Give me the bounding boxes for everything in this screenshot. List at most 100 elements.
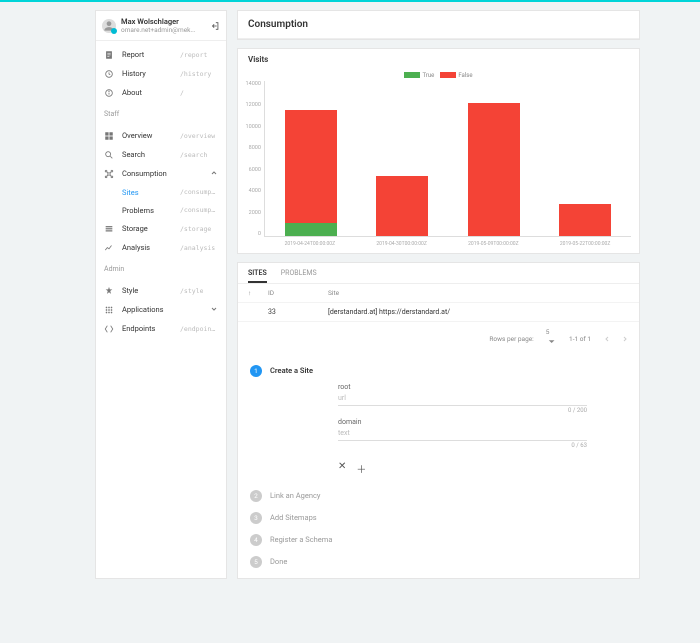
storage-icon <box>104 224 114 234</box>
sidebar-item-path: /storage <box>180 225 211 233</box>
pagination: Rows per page: 5 1-1 of 1 <box>238 321 639 355</box>
sidebar-item-report[interactable]: Report /report <box>96 45 226 64</box>
chart-plot: 14000120001000080006000400020000 <box>238 81 639 241</box>
tab-sites[interactable]: SITES <box>248 269 267 283</box>
legend-true: True <box>404 72 434 79</box>
chart-legend: True False <box>238 70 639 81</box>
chevron-up-icon <box>210 169 218 179</box>
sidebar-item-label: Style <box>122 286 172 295</box>
sidebar: Max Wolschlager omare.net+admin@mek... R… <box>95 10 227 579</box>
sidebar-item-storage[interactable]: Storage /storage <box>96 219 226 238</box>
sidebar-item-label: Endpoints <box>122 324 172 333</box>
logout-icon[interactable] <box>210 21 220 31</box>
nav-header-staff: Staff <box>96 106 226 122</box>
main-content: Consumption Visits True False 1400012000… <box>237 10 640 579</box>
step-title: Register a Schema <box>270 534 332 544</box>
sidebar-item-overview[interactable]: Overview /overview <box>96 126 226 145</box>
overview-icon <box>104 131 114 141</box>
col-site[interactable]: Site <box>328 289 339 297</box>
page-range: 1-1 of 1 <box>569 335 591 343</box>
cell-site: [derstandard.at] https://derstandard.at/ <box>328 308 450 316</box>
cell-id: 33 <box>268 308 318 316</box>
style-icon <box>104 286 114 296</box>
char-count: 0 / 63 <box>571 442 587 449</box>
step-badge: 2 <box>250 490 262 502</box>
chart-yaxis: 14000120001000080006000400020000 <box>242 81 264 237</box>
sidebar-item-search[interactable]: Search /search <box>96 145 226 164</box>
char-count: 0 / 200 <box>568 407 587 414</box>
step-title: Done <box>270 556 287 566</box>
step-5[interactable]: 5 Done <box>250 556 627 568</box>
sidebar-item-path: /search <box>180 151 207 159</box>
sidebar-item-analysis[interactable]: Analysis /analysis <box>96 238 226 257</box>
domain-input[interactable] <box>338 426 587 441</box>
close-icon[interactable]: ✕ <box>338 461 346 476</box>
sidebar-item-label: Sites <box>122 188 172 197</box>
root-input[interactable] <box>338 391 587 406</box>
report-icon <box>104 50 114 60</box>
step-3[interactable]: 3 Add Sitemaps <box>250 512 627 524</box>
step-badge: 5 <box>250 556 262 568</box>
sidebar-item-path: /endpoints <box>180 325 218 333</box>
table-row[interactable]: 33 [derstandard.at] https://derstandard.… <box>238 302 639 321</box>
next-page-icon[interactable] <box>621 334 629 344</box>
page-title: Consumption <box>238 11 639 39</box>
sidebar-item-label: Report <box>122 50 172 59</box>
sidebar-item-label: Storage <box>122 224 172 233</box>
endpoints-icon <box>104 324 114 334</box>
prev-page-icon[interactable] <box>603 334 611 344</box>
sidebar-item-path: /overview <box>180 132 215 140</box>
page-title-card: Consumption <box>237 10 640 40</box>
field-label: domain <box>338 418 587 426</box>
legend-false: False <box>440 72 472 79</box>
sidebar-item-path: /style <box>180 287 203 295</box>
nav-header-admin: Admin <box>96 261 226 277</box>
avatar <box>102 19 116 33</box>
step-4[interactable]: 4 Register a Schema <box>250 534 627 546</box>
sidebar-item-style[interactable]: Style /style <box>96 281 226 300</box>
applications-icon <box>104 305 114 315</box>
search-icon <box>104 150 114 160</box>
sidebar-item-label: Consumption <box>122 169 172 178</box>
sidebar-item-applications[interactable]: Applications <box>96 300 226 319</box>
sidebar-item-path: /history <box>180 70 211 78</box>
sidebar-item-sites[interactable]: Sites /consumption... <box>122 183 226 201</box>
step-2[interactable]: 2 Link an Agency <box>250 490 627 502</box>
sidebar-item-label: Overview <box>122 131 172 140</box>
history-icon <box>104 69 114 79</box>
sidebar-item-path: /consumption... <box>180 188 218 196</box>
sidebar-item-path: /analysis <box>180 244 215 252</box>
sidebar-item-endpoints[interactable]: Endpoints /endpoints <box>96 319 226 338</box>
field-root: root 0 / 200 <box>338 383 587 414</box>
user-name: Max Wolschlager <box>121 17 205 26</box>
chart-title: Visits <box>238 49 639 70</box>
step-title: Create a Site <box>270 365 627 375</box>
sidebar-item-about[interactable]: About / <box>96 83 226 102</box>
chart-card: Visits True False 1400012000100008000600… <box>237 48 640 254</box>
tabs: SITES PROBLEMS <box>238 263 639 284</box>
rows-per-page-label: Rows per page: <box>489 335 533 343</box>
step-badge: 4 <box>250 534 262 546</box>
chart-bars <box>264 81 631 237</box>
field-domain: domain 0 / 63 <box>338 418 587 449</box>
sidebar-item-label: Analysis <box>122 243 172 252</box>
sidebar-item-path: /consumption... <box>180 206 218 214</box>
chevron-down-icon <box>210 305 218 315</box>
add-icon[interactable]: ＋ <box>356 461 366 476</box>
col-id[interactable]: ID <box>268 289 318 297</box>
sidebar-item-label: History <box>122 69 172 78</box>
tab-problems[interactable]: PROBLEMS <box>281 269 317 283</box>
sidebar-item-label: Search <box>122 150 172 159</box>
step-title: Add Sitemaps <box>270 512 317 522</box>
rows-per-page-select[interactable]: 5 <box>546 328 557 349</box>
sidebar-item-problems[interactable]: Problems /consumption... <box>122 201 226 219</box>
about-icon <box>104 88 114 98</box>
step-1: 1 Create a Site root 0 / 200 domain <box>250 365 627 480</box>
sidebar-item-label: Problems <box>122 206 172 215</box>
sidebar-item-history[interactable]: History /history <box>96 64 226 83</box>
table-header: ↑ ID Site <box>238 284 639 302</box>
sort-icon[interactable]: ↑ <box>248 289 258 297</box>
sidebar-item-consumption[interactable]: Consumption <box>96 164 226 183</box>
user-email: omare.net+admin@mek... <box>121 26 205 34</box>
step-badge: 1 <box>250 365 262 377</box>
